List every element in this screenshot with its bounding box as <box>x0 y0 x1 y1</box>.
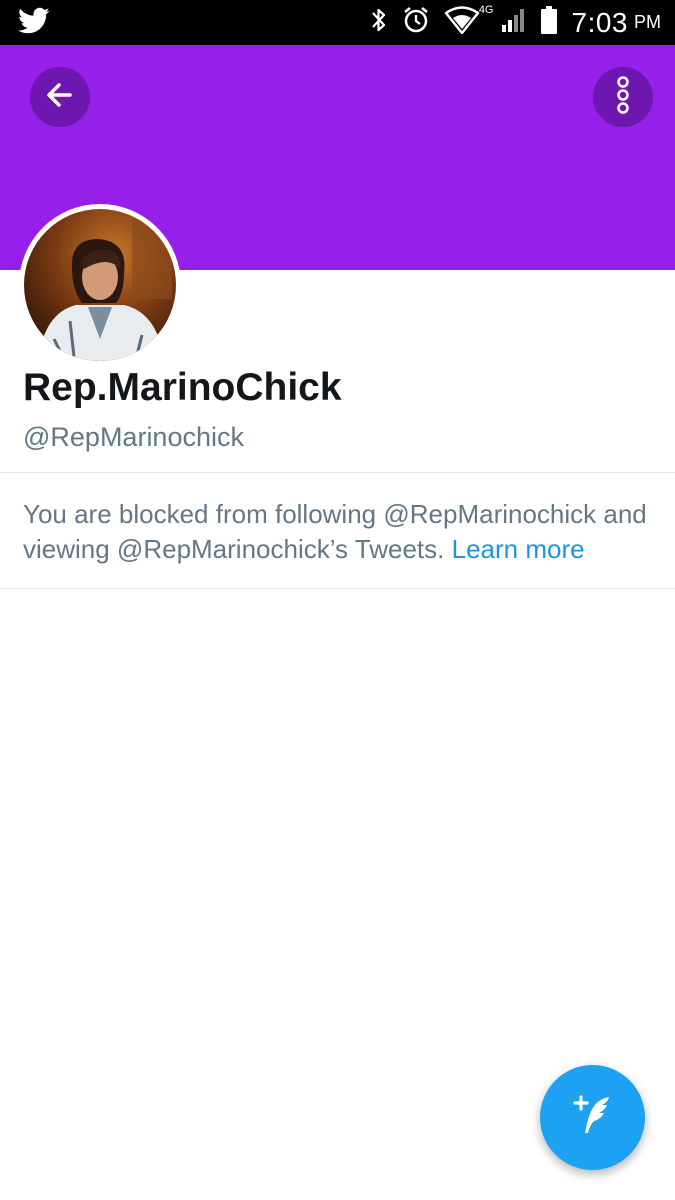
more-vertical-icon <box>613 75 633 120</box>
divider <box>0 588 675 589</box>
back-button[interactable] <box>30 67 90 127</box>
learn-more-link[interactable]: Learn more <box>452 534 585 564</box>
bluetooth-icon <box>370 6 388 39</box>
profile-display-name: Rep.MarinoChick <box>23 366 342 409</box>
network-type-label: 4G <box>478 4 494 16</box>
alarm-icon <box>402 6 430 39</box>
blocked-notice: You are blocked from following @RepMarin… <box>23 497 663 567</box>
signal-icon <box>500 7 526 38</box>
divider <box>0 472 675 473</box>
arrow-left-icon <box>44 79 76 116</box>
wifi-icon: 4G <box>444 4 494 39</box>
profile-handle: @RepMarinochick <box>23 422 244 452</box>
more-options-button[interactable] <box>593 67 653 127</box>
avatar-frame[interactable] <box>19 204 181 366</box>
clock-ampm: PM <box>634 12 661 32</box>
compose-quill-icon <box>567 1089 619 1146</box>
compose-tweet-button[interactable] <box>540 1065 645 1170</box>
battery-icon <box>540 5 558 40</box>
clock-time: 7:03 <box>571 6 628 38</box>
status-icons: 4G 7:03 PM <box>370 0 661 45</box>
status-bar: 4G 7:03 PM <box>0 0 675 45</box>
twitter-bird-icon <box>18 7 50 37</box>
avatar <box>24 209 176 361</box>
